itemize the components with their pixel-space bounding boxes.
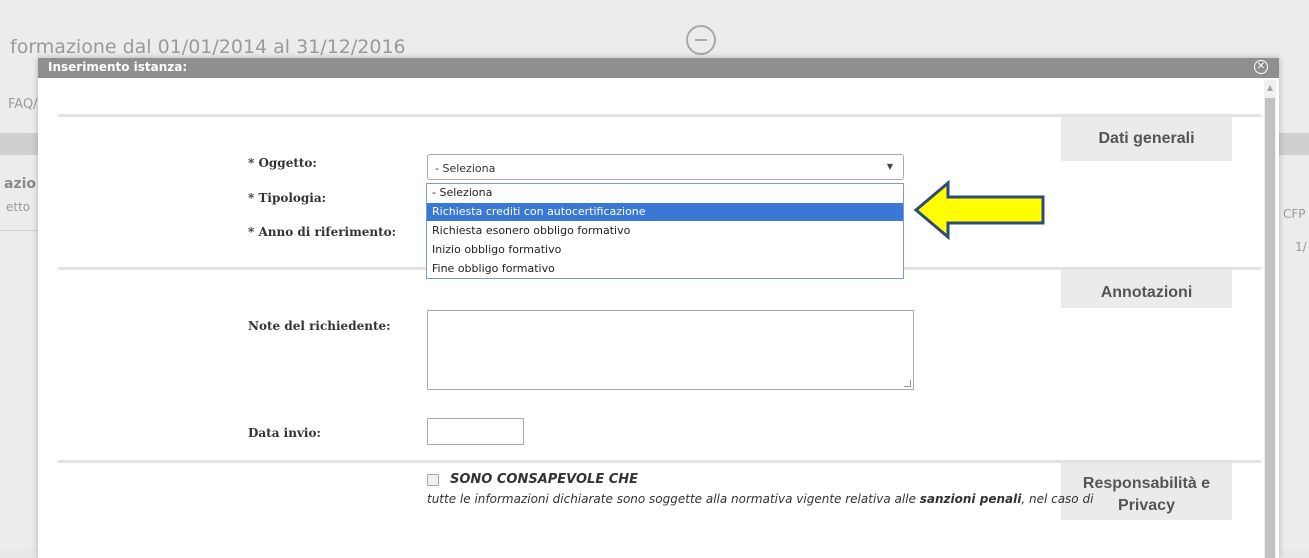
consent-text-part: tutte le informazioni dichiarate sono so…	[427, 492, 920, 506]
modal-header: Inserimento istanza: ✕	[38, 58, 1279, 78]
background-col-text: CFP	[1283, 207, 1306, 221]
yellow-pointer-arrow-icon	[913, 180, 1045, 240]
modal-title: Inserimento istanza:	[48, 60, 188, 74]
scroll-up-icon[interactable]: ▲	[1264, 82, 1276, 94]
chevron-down-icon: ▼	[886, 162, 893, 171]
background-col-text: azio	[4, 176, 37, 192]
anno-label: * Anno di riferimento:	[248, 225, 397, 239]
close-icon[interactable]: ✕	[1254, 60, 1268, 74]
modal-scrollbar[interactable]: ▲	[1264, 80, 1276, 558]
dropdown-option[interactable]: Richiesta esonero obbligo formativo	[427, 222, 903, 240]
consent-text: tutte le informazioni dichiarate sono so…	[427, 492, 1093, 506]
data-invio-label: Data invio:	[248, 426, 321, 440]
scroll-thumb[interactable]	[1265, 98, 1275, 558]
section-header-general: Dati generali	[1061, 117, 1232, 161]
consent-text-bold: sanzioni penali	[919, 492, 1022, 506]
section-header-notes: Annotazioni	[1061, 270, 1232, 308]
background-title: formazione dal 01/01/2014 al 31/12/2016	[10, 36, 406, 58]
oggetto-dropdown-list: - Seleziona Richiesta crediti con autoce…	[426, 183, 904, 279]
dropdown-option[interactable]: Inizio obbligo formativo	[427, 241, 903, 259]
consent-checkbox[interactable]	[427, 474, 439, 486]
oggetto-select[interactable]: - Seleziona ▼	[427, 154, 904, 180]
tipologia-label: * Tipologia:	[248, 191, 327, 205]
dropdown-option[interactable]: - Seleziona	[427, 184, 903, 202]
background-col-text: etto	[6, 200, 31, 214]
dropdown-option-highlighted[interactable]: Richiesta crediti con autocertificazione	[427, 203, 903, 221]
oggetto-select-value: - Seleziona	[435, 162, 496, 175]
background-faq-link: FAQ/	[8, 97, 38, 112]
dropdown-option[interactable]: Fine obbligo formativo	[427, 260, 903, 278]
note-textarea[interactable]	[427, 310, 914, 390]
oggetto-label: * Oggetto:	[248, 156, 317, 170]
consent-title: SONO CONSAPEVOLE CHE	[450, 472, 639, 487]
note-label: Note del richiedente:	[248, 319, 391, 333]
data-invio-input[interactable]	[427, 418, 524, 445]
insert-request-modal: Inserimento istanza: ✕ ▲ Dati generali *…	[38, 58, 1279, 558]
forward-arrow-icon	[686, 25, 716, 55]
background-divider	[0, 230, 40, 231]
consent-text-part: , nel caso di	[1021, 492, 1094, 506]
background-col-text: 1/	[1295, 240, 1307, 254]
